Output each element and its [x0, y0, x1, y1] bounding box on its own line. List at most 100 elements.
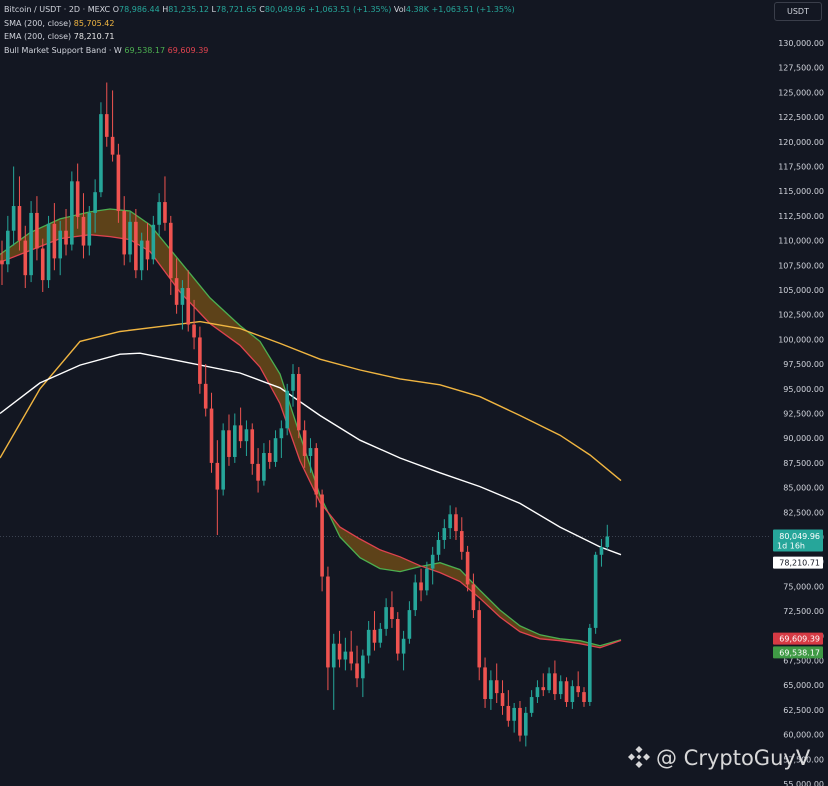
candle[interactable] — [588, 627, 592, 702]
symbol-title[interactable]: Bitcoin / USDT · 2D · MEXC — [4, 5, 110, 14]
candle[interactable] — [58, 230, 62, 259]
candle[interactable] — [331, 643, 336, 668]
candle[interactable] — [355, 663, 359, 679]
candle[interactable] — [326, 576, 330, 668]
candle[interactable] — [390, 607, 394, 620]
candle[interactable] — [436, 539, 441, 555]
candle[interactable] — [297, 373, 301, 431]
candle[interactable] — [459, 531, 464, 552]
candle[interactable] — [471, 584, 476, 611]
candle[interactable] — [593, 554, 598, 628]
candle[interactable] — [168, 222, 173, 279]
candle[interactable] — [407, 610, 412, 639]
candle[interactable] — [337, 643, 342, 660]
candle[interactable] — [157, 202, 161, 225]
candle[interactable] — [349, 651, 353, 664]
candle[interactable] — [430, 554, 435, 569]
candle[interactable] — [198, 337, 202, 384]
candle[interactable] — [70, 181, 74, 245]
candle[interactable] — [0, 260, 4, 265]
candle[interactable] — [87, 212, 92, 246]
candle[interactable] — [52, 223, 57, 259]
candle[interactable] — [46, 223, 51, 281]
candle[interactable] — [134, 221, 138, 271]
candle[interactable] — [40, 248, 45, 281]
candle[interactable] — [75, 181, 80, 217]
candle[interactable] — [256, 463, 260, 481]
candle[interactable] — [262, 453, 266, 481]
candle[interactable] — [419, 582, 423, 591]
candle[interactable] — [180, 288, 185, 305]
candle[interactable] — [186, 288, 191, 325]
candle[interactable] — [273, 438, 278, 462]
candle[interactable] — [128, 221, 132, 255]
candle[interactable] — [448, 514, 452, 529]
candle[interactable] — [215, 462, 220, 490]
ema-legend-row[interactable]: EMA (200, close) 78,210.71 — [4, 30, 515, 44]
candle[interactable] — [81, 216, 86, 246]
candle[interactable] — [524, 712, 528, 736]
candle[interactable] — [291, 373, 295, 391]
candle[interactable] — [553, 673, 557, 695]
candle[interactable] — [558, 681, 563, 695]
sma-legend-row[interactable]: SMA (200, close) 85,705.42 — [4, 17, 515, 31]
candle[interactable] — [104, 114, 109, 137]
candle[interactable] — [500, 693, 505, 706]
candle[interactable] — [395, 619, 400, 654]
candle[interactable] — [17, 206, 22, 241]
candle[interactable] — [343, 651, 348, 660]
candle[interactable] — [233, 425, 237, 457]
candle[interactable] — [564, 681, 569, 702]
candle[interactable] — [203, 383, 208, 409]
candle[interactable] — [547, 673, 551, 691]
candle[interactable] — [145, 240, 150, 260]
candle[interactable] — [116, 154, 121, 211]
candle[interactable] — [174, 278, 179, 305]
candle[interactable] — [529, 697, 534, 713]
candle[interactable] — [209, 408, 214, 463]
candle[interactable] — [99, 114, 103, 193]
candle[interactable] — [192, 324, 196, 338]
candle[interactable] — [314, 448, 319, 495]
candle[interactable] — [494, 680, 499, 694]
candle[interactable] — [139, 240, 144, 271]
candle[interactable] — [23, 240, 28, 276]
candle[interactable] — [163, 202, 167, 223]
candle[interactable] — [605, 536, 610, 548]
candle[interactable] — [366, 629, 371, 656]
candle[interactable] — [576, 686, 580, 693]
candle[interactable] — [64, 230, 68, 245]
candle[interactable] — [11, 206, 16, 231]
candle[interactable] — [512, 707, 516, 721]
candle[interactable] — [93, 192, 97, 213]
chart-container[interactable]: 55,000.00 57,500.00 60,000.00 62,500.00 65,0… — [0, 0, 828, 786]
candle[interactable] — [285, 390, 289, 429]
candle[interactable] — [320, 494, 324, 577]
candle[interactable] — [35, 212, 39, 249]
candle[interactable] — [489, 680, 493, 700]
candle[interactable] — [29, 212, 33, 276]
candle[interactable] — [361, 655, 365, 679]
candle[interactable] — [384, 607, 388, 629]
candle[interactable] — [465, 551, 470, 585]
candle[interactable] — [413, 582, 418, 611]
price-chart[interactable]: 55,000.0057,500.0060,000.0062,500.0065,0… — [0, 0, 828, 786]
candle[interactable] — [599, 547, 604, 555]
candle[interactable] — [302, 430, 307, 456]
candle[interactable] — [582, 692, 586, 702]
candle[interactable] — [267, 453, 272, 462]
candle[interactable] — [378, 628, 383, 643]
candle[interactable] — [6, 230, 10, 265]
candle[interactable] — [372, 629, 377, 643]
candle[interactable] — [454, 514, 458, 532]
candle[interactable] — [401, 638, 406, 654]
candle[interactable] — [244, 429, 249, 442]
candle[interactable] — [110, 136, 115, 155]
candle[interactable] — [506, 705, 511, 721]
candle[interactable] — [279, 428, 284, 439]
candle[interactable] — [425, 568, 429, 591]
candle[interactable] — [518, 707, 522, 736]
band-legend-row[interactable]: Bull Market Support Band · W 69,538.17 6… — [4, 44, 515, 58]
candle[interactable] — [483, 667, 487, 700]
candle[interactable] — [442, 528, 447, 540]
